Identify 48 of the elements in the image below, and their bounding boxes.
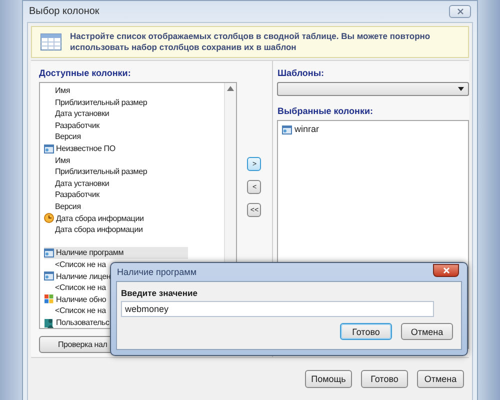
list-item[interactable]: Дата установки bbox=[44, 178, 114, 190]
window-icon bbox=[44, 144, 54, 154]
list-item[interactable]: Наличие обно bbox=[44, 294, 110, 306]
list-item[interactable]: Имя bbox=[44, 154, 74, 166]
list-item[interactable]: Имя bbox=[44, 85, 74, 97]
close-icon bbox=[456, 8, 464, 15]
dialog-button[interactable]: Отмена bbox=[401, 323, 453, 340]
info-text: Настройте список отображаемых столбцов в сводной таблице. Вы можете повторно использовать набор столбцов сохранив их в шаблон bbox=[70, 31, 432, 53]
footer-button[interactable]: Помощь bbox=[305, 370, 352, 388]
list-item[interactable]: Пользовательс bbox=[44, 316, 114, 328]
close-button[interactable] bbox=[433, 264, 459, 276]
list-item[interactable]: Наличие лицен bbox=[44, 270, 115, 282]
templates-label: Шаблоны: bbox=[277, 68, 326, 78]
flag-icon bbox=[44, 294, 54, 304]
window-icon bbox=[282, 124, 292, 135]
user-icon bbox=[44, 318, 54, 328]
dialog-button[interactable]: Готово bbox=[340, 323, 392, 340]
list-item[interactable]: Версия bbox=[44, 131, 85, 143]
value-label: Введите значение bbox=[121, 288, 198, 298]
list-item[interactable]: Разработчик bbox=[44, 189, 104, 201]
available-columns-label: Доступные колонки: bbox=[39, 68, 132, 78]
selected-columns-label: Выбранные колонки: bbox=[277, 106, 374, 116]
list-item[interactable]: winrar bbox=[282, 124, 323, 136]
window-icon bbox=[44, 271, 54, 282]
list-item[interactable]: Неизвестное ПО bbox=[44, 142, 120, 155]
value-field[interactable]: webmoney bbox=[121, 301, 434, 317]
list-item[interactable]: Приблизительный размер bbox=[44, 96, 152, 108]
list-item[interactable]: <Список не на bbox=[44, 258, 110, 270]
templates-dropdown[interactable] bbox=[277, 82, 469, 96]
window-title: Выбор колонок bbox=[29, 6, 100, 17]
list-item[interactable]: Дата сбора информации bbox=[44, 224, 147, 236]
caret-icon bbox=[458, 87, 464, 91]
list-item[interactable]: <Список не на bbox=[44, 305, 110, 317]
list-item[interactable]: Приблизительный размер bbox=[44, 166, 152, 178]
list-item[interactable]: Наличие программ bbox=[44, 247, 188, 259]
window-icon bbox=[44, 248, 54, 258]
list-item[interactable]: Версия bbox=[44, 200, 85, 213]
footer-button[interactable]: Готово bbox=[361, 370, 408, 388]
list-item[interactable]: Дата установки bbox=[44, 108, 114, 120]
list-item[interactable]: Разработчик bbox=[44, 120, 104, 132]
table-icon bbox=[40, 33, 62, 51]
dialog-title: Наличие программ bbox=[117, 267, 197, 277]
footer-button[interactable]: Отмена bbox=[417, 370, 464, 388]
close-icon bbox=[442, 266, 450, 274]
up-arrow-icon[interactable] bbox=[226, 86, 234, 91]
clock-icon bbox=[44, 213, 54, 224]
list-item[interactable]: <Список не на bbox=[44, 282, 110, 294]
list-item[interactable]: Дата сбора информации bbox=[44, 212, 148, 224]
